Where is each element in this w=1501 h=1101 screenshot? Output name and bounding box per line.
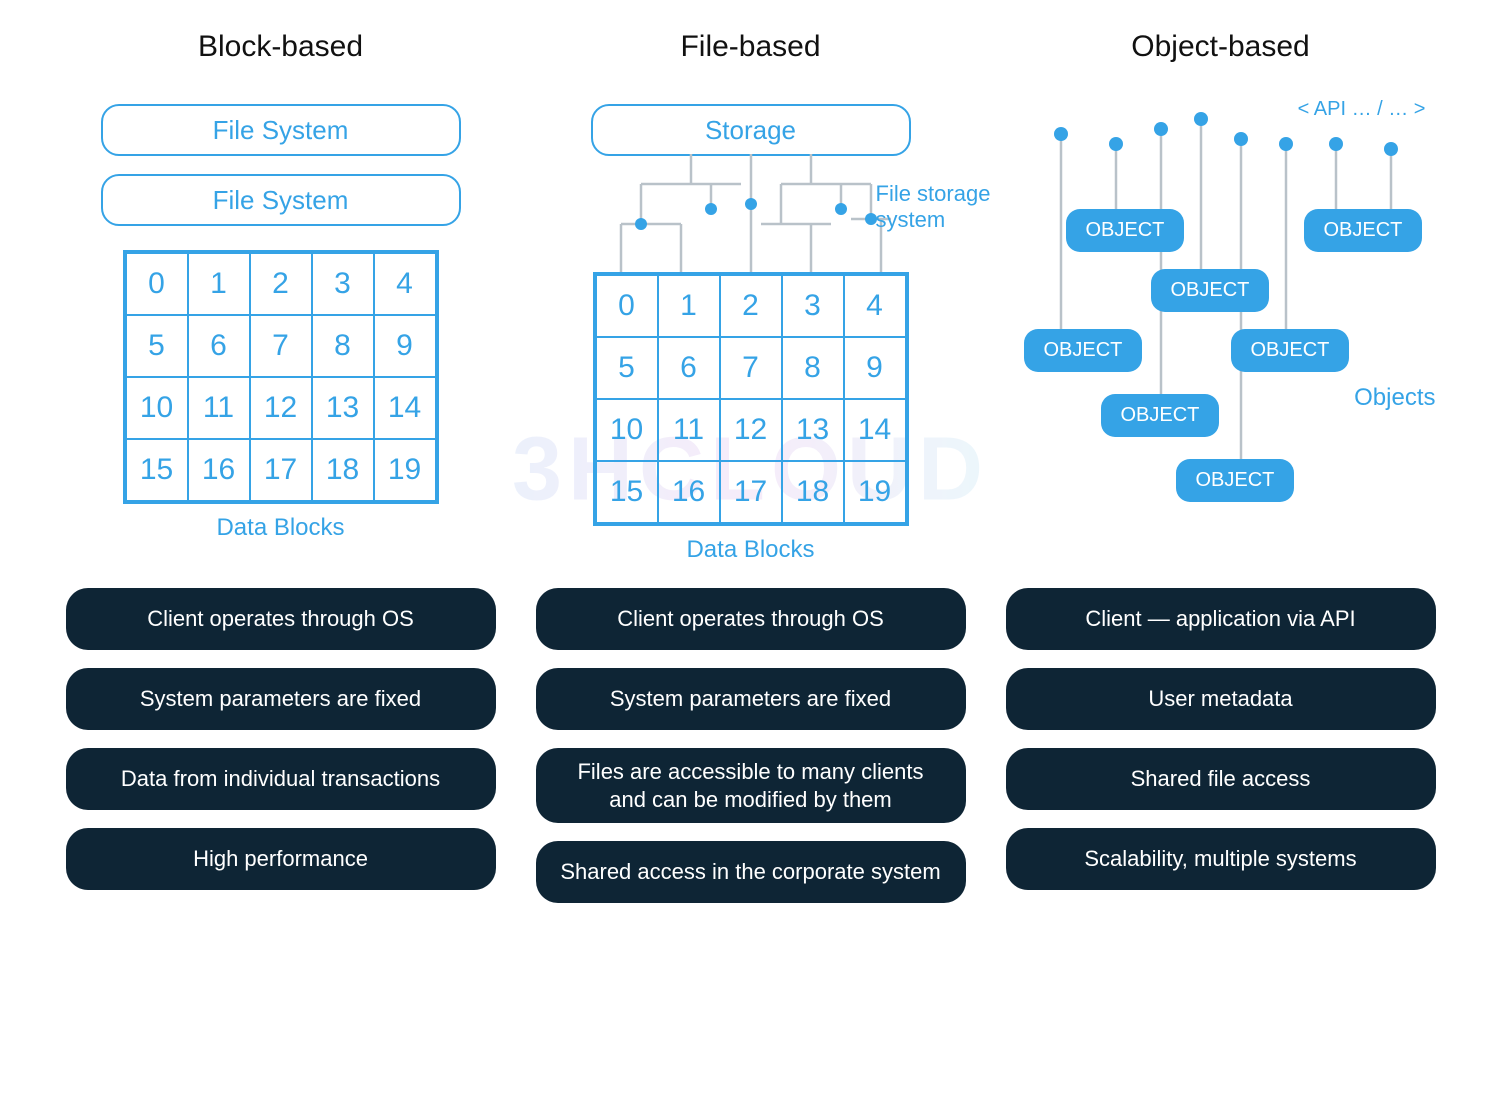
grid-cell: 12 [250,377,312,439]
grid-cell: 7 [720,337,782,399]
block-diagram: File System File System 0123456789101112… [66,104,496,564]
grid-cell: 18 [312,439,374,501]
col-block: Block-based File System File System 0123… [66,30,496,903]
file-grid: 012345678910111213141516171819 [593,272,909,526]
objects-label: Objects [1354,384,1435,412]
object-box: OBJECT [1101,394,1220,437]
object-box: OBJECT [1304,209,1423,252]
feature-pill: System parameters are fixed [66,668,496,730]
file-tree: File storage system [536,156,966,276]
feature-pill: High performance [66,828,496,890]
feature-pill: Client operates through OS [66,588,496,650]
col-title-block: Block-based [198,30,363,64]
grid-cell: 2 [250,253,312,315]
grid-cell: 17 [720,461,782,523]
grid-cell: 8 [312,315,374,377]
diagram-columns: Block-based File System File System 0123… [20,30,1481,903]
grid-cell: 5 [596,337,658,399]
feature-pill: Shared access in the corporate system [536,841,966,903]
grid-cell: 16 [658,461,720,523]
object-features: Client — application via API User metadat… [1006,588,1436,890]
grid-cell: 15 [126,439,188,501]
grid-cell: 1 [188,253,250,315]
grid-cell: 12 [720,399,782,461]
filesystem-box-2: File System [101,174,461,226]
grid-cell: 16 [188,439,250,501]
grid-cell: 19 [374,439,436,501]
grid-cell: 0 [126,253,188,315]
feature-pill: Client — application via API [1006,588,1436,650]
feature-pill: Data from individual transactions [66,748,496,810]
feature-pill: Client operates through OS [536,588,966,650]
grid-cell: 5 [126,315,188,377]
feature-pill: System parameters are fixed [536,668,966,730]
grid-cell: 19 [844,461,906,523]
col-file: File-based Storage [536,30,966,903]
file-diagram: Storage [536,104,966,564]
feature-pill: Scalability, multiple systems [1006,828,1436,890]
grid-cell: 13 [312,377,374,439]
grid-cell: 10 [596,399,658,461]
grid-cell: 2 [720,275,782,337]
grid-cell: 3 [312,253,374,315]
grid-cell: 0 [596,275,658,337]
object-diagram: < API … / … > [1006,104,1436,564]
object-box: OBJECT [1151,269,1270,312]
grid-cell: 18 [782,461,844,523]
grid-cell: 3 [782,275,844,337]
grid-cell: 6 [188,315,250,377]
grid-cell: 4 [374,253,436,315]
grid-cell: 15 [596,461,658,523]
col-object: Object-based < API … / … > [1006,30,1436,903]
feature-pill: Shared file access [1006,748,1436,810]
block-grid-label: Data Blocks [216,514,344,542]
feature-pill: User metadata [1006,668,1436,730]
grid-cell: 11 [188,377,250,439]
file-features: Client operates through OS System paramet… [536,588,966,903]
col-title-file: File-based [680,30,820,64]
object-box: OBJECT [1231,329,1350,372]
block-grid: 012345678910111213141516171819 [123,250,439,504]
grid-cell: 13 [782,399,844,461]
grid-cell: 14 [844,399,906,461]
object-box: OBJECT [1176,459,1295,502]
file-storage-system-label: File storage system [876,181,996,234]
grid-cell: 1 [658,275,720,337]
object-box: OBJECT [1024,329,1143,372]
storage-box: Storage [591,104,911,156]
grid-cell: 6 [658,337,720,399]
feature-pill: Files are accessible to many clients and… [536,748,966,823]
grid-cell: 9 [844,337,906,399]
col-title-object: Object-based [1131,30,1309,64]
grid-cell: 8 [782,337,844,399]
tree-lines [581,154,921,274]
object-box: OBJECT [1066,209,1185,252]
grid-cell: 10 [126,377,188,439]
grid-cell: 7 [250,315,312,377]
grid-cell: 17 [250,439,312,501]
grid-cell: 4 [844,275,906,337]
grid-cell: 11 [658,399,720,461]
filesystem-box-1: File System [101,104,461,156]
file-grid-label: Data Blocks [686,536,814,564]
grid-cell: 9 [374,315,436,377]
grid-cell: 14 [374,377,436,439]
block-features: Client operates through OS System paramet… [66,588,496,890]
